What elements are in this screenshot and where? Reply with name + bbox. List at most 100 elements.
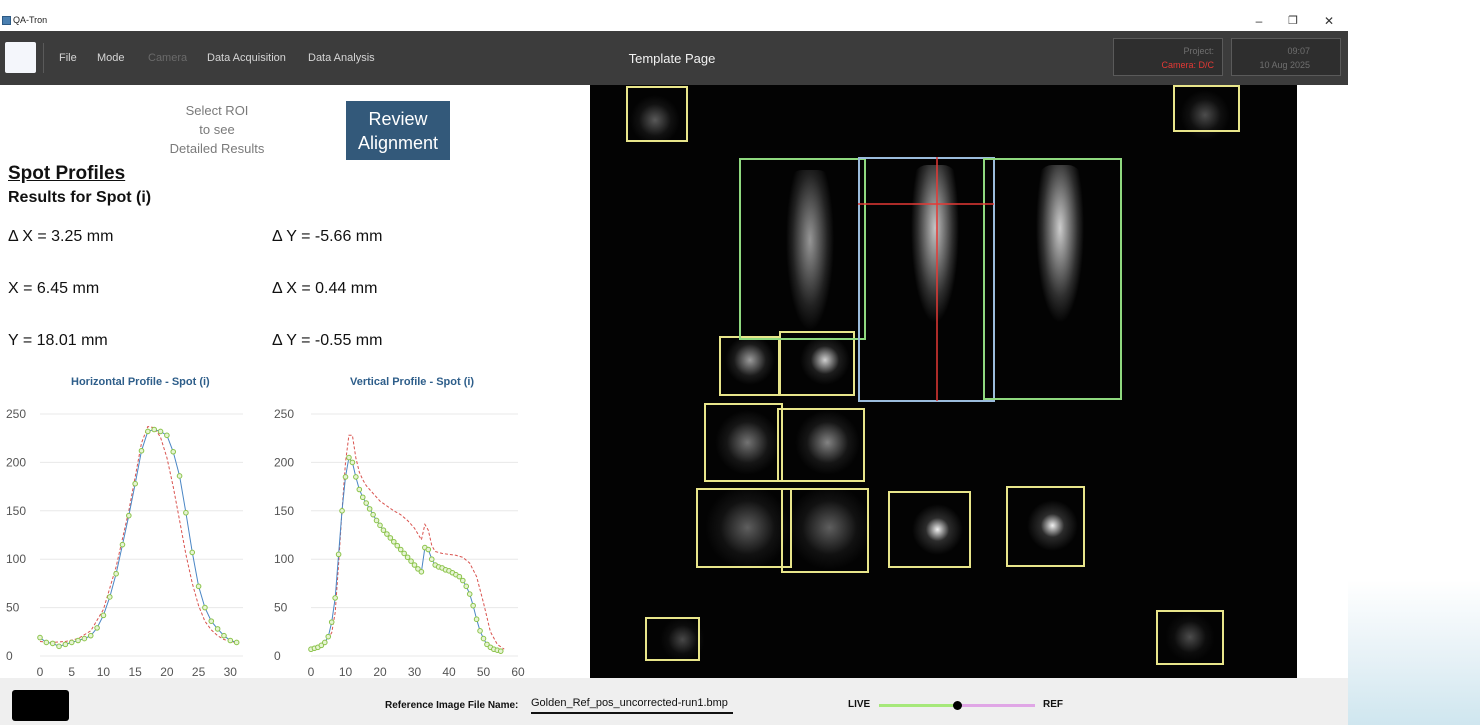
x-tick-label: 10: [339, 665, 353, 679]
profile-data-point: [56, 643, 62, 650]
profile-data-point: [397, 546, 404, 553]
vertical-profile-title: Vertical Profile - Spot (i): [350, 376, 475, 388]
profile-data-point: [145, 428, 151, 435]
close-button[interactable]: ✕: [1311, 12, 1347, 31]
profile-data-point: [328, 619, 335, 625]
background-decoration: [1348, 580, 1480, 725]
ref-label: REF: [1043, 699, 1063, 710]
clock-time: 09:07: [1287, 46, 1310, 56]
window-titlebar: QA-Tron – ❐ ✕: [0, 12, 1348, 31]
profile-data-point: [81, 635, 88, 642]
profile-data-point: [62, 641, 69, 648]
crosshair: [858, 157, 994, 401]
review-alignment-button[interactable]: Review Alignment: [346, 101, 450, 160]
y-tick-label: 50: [274, 601, 288, 615]
profile-data-point: [380, 527, 387, 533]
profile-data-point: [214, 626, 221, 632]
profile-data-point: [119, 541, 126, 548]
profile-data-point: [387, 535, 394, 541]
profile-data-point: [322, 639, 328, 646]
measurement-delta-x-2: Δ X = 0.44 mm: [272, 280, 378, 297]
blend-slider-track-ref[interactable]: [957, 704, 1035, 707]
x-tick-label: 20: [160, 665, 174, 679]
profile-data-point: [325, 633, 332, 640]
profile-data-point: [132, 480, 138, 487]
profile-data-point: [456, 573, 463, 580]
profile-data-point: [391, 538, 397, 545]
profile-data-point: [425, 546, 432, 553]
restore-button[interactable]: ❐: [1275, 12, 1311, 31]
bottom-bar: Reference Image File Name: Golden_Ref_po…: [0, 678, 1348, 725]
y-tick-label: 0: [6, 649, 13, 663]
hint-line: to see: [199, 122, 235, 137]
profile-data-point: [335, 551, 342, 558]
menu-camera[interactable]: Camera: [148, 52, 187, 64]
reference-profile-line: [39, 426, 237, 643]
profile-data-point: [208, 618, 215, 624]
measurement-delta-x: Δ X = 3.25 mm: [8, 228, 114, 245]
hint-line: Select ROI: [185, 103, 249, 118]
profile-data-point: [100, 612, 107, 619]
horizontal-profile-title: Horizontal Profile - Spot (i): [71, 376, 210, 388]
project-status: Project: Camera: D/C: [1113, 38, 1223, 76]
profile-data-point: [349, 459, 356, 466]
menu-data-analysis[interactable]: Data Analysis: [308, 52, 375, 64]
profile-data-point: [363, 500, 369, 506]
profile-data-point: [68, 639, 75, 646]
camera-image-view[interactable]: [590, 85, 1297, 678]
hint-line: Detailed Results: [169, 141, 265, 156]
y-tick-label: 250: [6, 407, 26, 421]
profile-data-point: [497, 648, 504, 654]
blend-slider-track-live[interactable]: [879, 704, 957, 707]
profile-data-point: [470, 602, 476, 609]
profile-data-point: [195, 583, 202, 590]
profile-data-point: [370, 511, 376, 518]
app-icon: [2, 16, 11, 25]
reference-file-label: Reference Image File Name:: [385, 700, 519, 711]
profile-data-point: [356, 486, 363, 493]
profile-data-point: [151, 426, 157, 433]
reference-file-field[interactable]: Golden_Ref_pos_uncorrected-run1.bmp: [531, 697, 733, 714]
profile-data-point: [43, 639, 50, 646]
x-tick-label: 50: [477, 665, 491, 679]
project-label: Project:: [1183, 46, 1214, 56]
profile-data-point: [346, 454, 352, 461]
profile-data-point: [411, 562, 418, 568]
clock-date: 10 Aug 2025: [1259, 60, 1310, 70]
measurement-x: X = 6.45 mm: [8, 280, 100, 297]
profile-data-point: [37, 634, 43, 641]
profile-data-point: [359, 494, 366, 501]
profile-data-point: [460, 577, 466, 584]
x-tick-label: 15: [128, 665, 142, 679]
measurement-y: Y = 18.01 mm: [8, 332, 108, 349]
menu-file[interactable]: File: [59, 52, 77, 64]
horizontal-profile-chart: 0 50 100 150 200 250 0 5 10 15 20 25 30: [6, 407, 243, 679]
profile-data-point: [87, 632, 94, 639]
clock-panel: 09:07 10 Aug 2025: [1231, 38, 1341, 76]
y-tick-label: 250: [274, 407, 294, 421]
y-tick-label: 150: [274, 504, 294, 518]
profile-data-point: [366, 506, 373, 512]
y-tick-label: 200: [6, 455, 26, 469]
x-tick-label: 25: [192, 665, 206, 679]
profile-data-point: [189, 549, 196, 556]
app-logo[interactable]: [5, 42, 36, 73]
x-tick-label: 60: [511, 665, 525, 679]
profile-data-point: [183, 509, 189, 516]
profile-data-point: [428, 556, 435, 562]
profile-data-point: [157, 428, 164, 435]
profile-data-point: [202, 604, 208, 611]
menu-mode[interactable]: Mode: [97, 52, 125, 64]
profile-data-point: [170, 448, 177, 455]
minimize-button[interactable]: –: [1241, 12, 1277, 31]
app-window: QA-Tron – ❐ ✕ File Mode Camera Data Acqu…: [0, 0, 1480, 725]
capture-button[interactable]: [12, 690, 69, 721]
profile-data-point: [408, 558, 414, 564]
app-header: File Mode Camera Data Acquisition Data A…: [0, 31, 1348, 85]
profile-data-point: [418, 568, 425, 575]
y-tick-label: 0: [274, 649, 281, 663]
profile-data-point: [463, 583, 470, 590]
menu-data-acquisition[interactable]: Data Acquisition: [207, 52, 286, 64]
review-button-label: Review: [368, 108, 428, 129]
blend-slider-handle[interactable]: [953, 701, 962, 710]
